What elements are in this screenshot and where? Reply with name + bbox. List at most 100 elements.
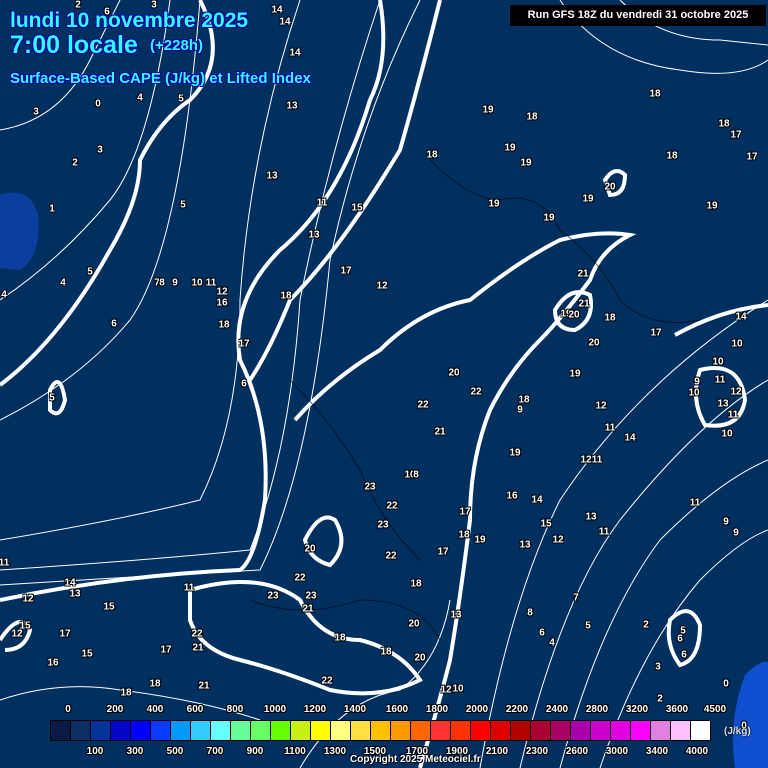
- lifted-index-label: 23: [305, 590, 317, 602]
- lifted-index-label: 17: [340, 265, 352, 277]
- lifted-index-label: 0: [95, 98, 101, 110]
- legend-top-label: 1600: [385, 704, 409, 715]
- lifted-index-label: 6: [677, 633, 683, 645]
- legend-bottom-label: 900: [246, 746, 264, 757]
- lifted-index-label: 15: [540, 518, 552, 530]
- lifted-index-label: 19: [504, 142, 516, 154]
- legend-swatch: [571, 721, 591, 740]
- legend-bottom-label: 1100: [284, 746, 306, 757]
- legend-swatch: [291, 721, 311, 740]
- lifted-index-label: 2: [643, 619, 649, 631]
- legend-swatch: [631, 721, 651, 740]
- lifted-index-label: 12: [440, 684, 452, 696]
- legend-unit: (J/kg): [724, 726, 751, 737]
- lifted-index-label: 17: [160, 644, 172, 656]
- lifted-index-label: 11: [316, 197, 328, 209]
- lifted-index-label: 19: [474, 534, 486, 546]
- lifted-index-label: 17: [650, 327, 662, 339]
- lifted-index-label: 20: [448, 367, 460, 379]
- lifted-index-label: 10: [731, 338, 743, 350]
- legend-top-label: 4500: [703, 704, 727, 715]
- legend-bottom-label: 2100: [485, 746, 509, 757]
- legend-top-label: 2400: [545, 704, 569, 715]
- legend-swatch: [511, 721, 531, 740]
- lifted-index-label: 13: [266, 170, 278, 182]
- lifted-index-label: 11: [714, 374, 726, 386]
- parameter-title: Surface-Based CAPE (J/kg) et Lifted Inde…: [10, 70, 311, 87]
- copyright: Copyright 2025 Meteociel.fr: [350, 754, 481, 765]
- lifted-index-label: 5: [178, 93, 184, 105]
- lifted-index-label: 12: [730, 386, 742, 398]
- legend-swatch: [591, 721, 611, 740]
- lifted-index-label: 11: [689, 497, 701, 509]
- legend-bottom-label: 300: [126, 746, 144, 757]
- lifted-index-label: 7: [573, 592, 579, 604]
- lifted-index-label: 14: [624, 432, 636, 444]
- lifted-index-label: 17: [437, 546, 449, 558]
- lifted-index-label: 4: [137, 92, 143, 104]
- lifted-index-label: 21: [302, 603, 314, 615]
- legend-bottom-label: 4000: [685, 746, 709, 757]
- lifted-index-label: 10: [191, 277, 203, 289]
- legend-swatch: [51, 721, 71, 740]
- lifted-index-label: 14: [64, 577, 76, 589]
- lifted-index-label: 2: [72, 157, 78, 169]
- lifted-index-label: 6: [539, 627, 545, 639]
- legend-swatch: [71, 721, 91, 740]
- forecast-lead-time: (+228h): [150, 37, 203, 54]
- lifted-index-label: 22: [470, 386, 482, 398]
- legend-swatch: [111, 721, 131, 740]
- lifted-index-label: 18: [280, 290, 292, 302]
- lifted-index-label: 22: [191, 628, 203, 640]
- lifted-index-label: 18: [604, 312, 616, 324]
- legend-bottom-label: 2300: [525, 746, 549, 757]
- lifted-index-label: 20: [304, 543, 316, 555]
- lifted-index-label: 2: [657, 693, 663, 705]
- lifted-index-label: 17: [59, 628, 71, 640]
- lifted-index-label: 11: [604, 422, 616, 434]
- legend-bottom-label: 1300: [323, 746, 347, 757]
- lifted-index-label: 18: [718, 118, 730, 130]
- lifted-index-label: 19: [582, 193, 594, 205]
- legend-swatch: [431, 721, 451, 740]
- lifted-index-label: 3: [33, 106, 39, 118]
- legend-swatch: [371, 721, 391, 740]
- lifted-index-label: 18: [334, 632, 346, 644]
- lifted-index-label: 11: [727, 409, 739, 421]
- legend-top-label: 0: [65, 704, 71, 715]
- legend-swatch: [671, 721, 691, 740]
- legend-top-label: 2000: [465, 704, 489, 715]
- lifted-index-label: 1: [49, 203, 55, 215]
- legend-swatch: [211, 721, 231, 740]
- legend-swatch: [551, 721, 571, 740]
- lifted-index-label: 15: [19, 620, 31, 632]
- lifted-index-label: 12: [595, 400, 607, 412]
- lifted-index-label: 19: [543, 212, 555, 224]
- legend-swatch: [611, 721, 631, 740]
- lifted-index-label: 5: [585, 620, 591, 632]
- lifted-index-label: 20: [604, 181, 616, 193]
- lifted-index-label: 8: [527, 607, 533, 619]
- lifted-index-label: 18: [218, 319, 230, 331]
- legend-top-label: 400: [146, 704, 164, 715]
- legend-top-label: 200: [106, 704, 124, 715]
- lifted-index-label: 18: [649, 88, 661, 100]
- legend-swatch: [91, 721, 111, 740]
- lifted-index-label: 16: [506, 490, 518, 502]
- lifted-index-label: 18: [426, 149, 438, 161]
- lifted-index-label: 19: [509, 447, 521, 459]
- lifted-index-label: 4: [1, 289, 7, 301]
- lifted-index-label: 13: [69, 588, 81, 600]
- legend-top-label: 1800: [425, 704, 449, 715]
- legend-swatch: [331, 721, 351, 740]
- legend-top-label: 2200: [505, 704, 529, 715]
- legend-swatch: [191, 721, 211, 740]
- lifted-index-label: 14: [279, 16, 291, 28]
- lifted-index-label: 3: [97, 144, 103, 156]
- lifted-index-label: 15: [81, 648, 93, 660]
- lifted-index-label: 15: [103, 601, 115, 613]
- lifted-index-label: 6: [111, 318, 117, 330]
- lifted-index-label: 15: [351, 202, 363, 214]
- legend-swatch: [471, 721, 491, 740]
- lifted-index-label: 23: [377, 519, 389, 531]
